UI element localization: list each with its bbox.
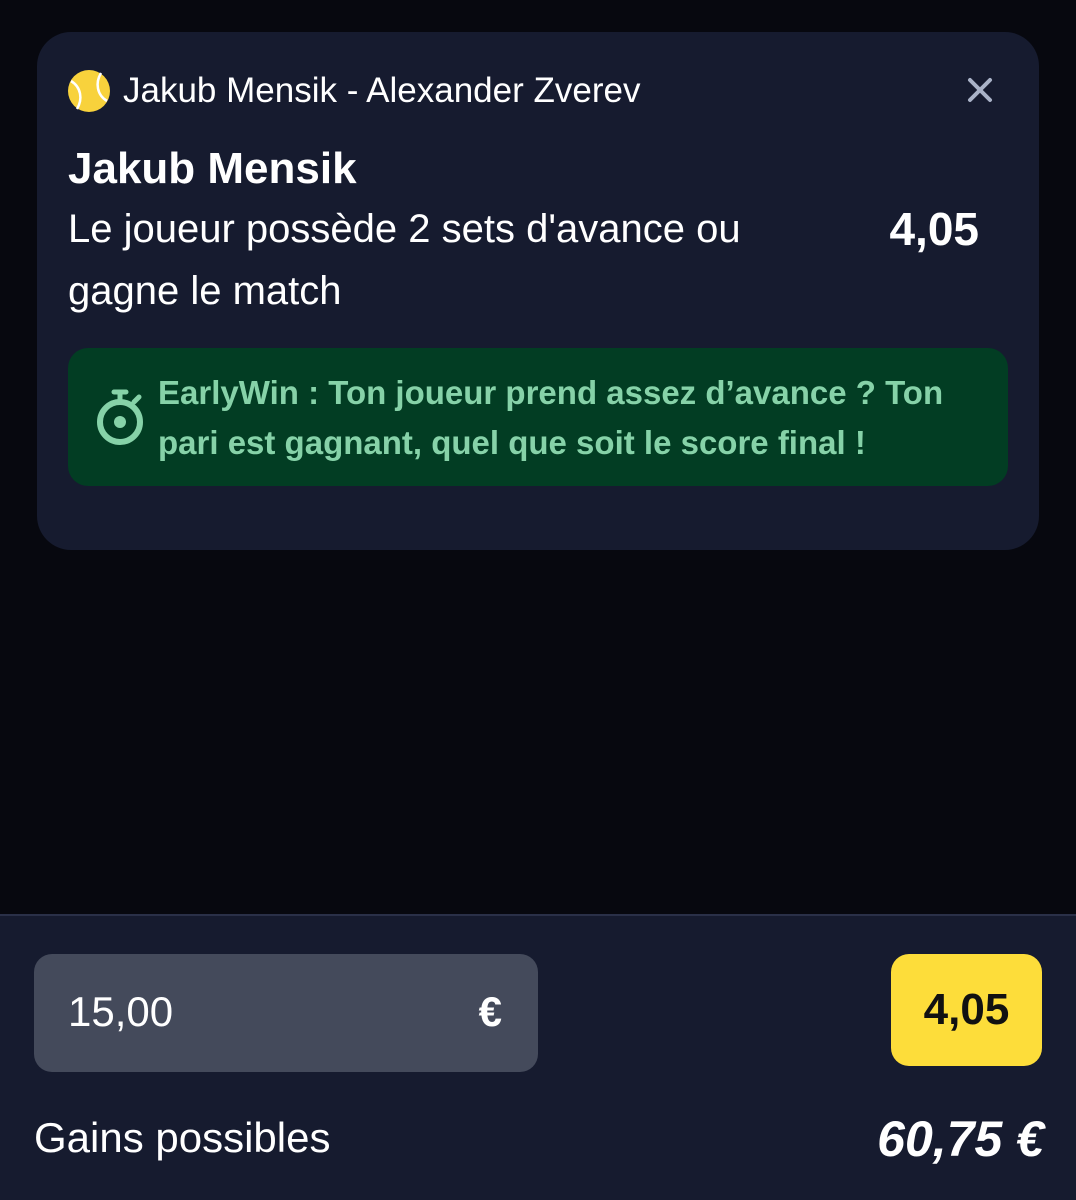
tennis-ball-icon — [68, 70, 110, 112]
potential-gains-value: 60,75 € — [877, 1111, 1044, 1167]
remove-selection-button[interactable] — [962, 72, 998, 108]
selection-odds: 4,05 — [889, 203, 979, 255]
stake-value: 15,00 — [68, 988, 174, 1035]
earlywin-text: EarlyWin : Ton joueur prend assez d’avan… — [158, 374, 944, 461]
match-title: Jakub Mensik - Alexander Zverev — [123, 71, 641, 110]
currency-symbol: € — [478, 988, 502, 1035]
close-icon — [968, 78, 992, 102]
stake-panel: 15,00 € 4,05 Gains possibles 60,75 € — [0, 914, 1076, 1200]
odds-button[interactable]: 4,05 — [891, 954, 1042, 1066]
bet-selection-card: Jakub Mensik - Alexander Zverev Jakub Me… — [37, 32, 1039, 550]
bet-slip-screen: Jakub Mensik - Alexander Zverev Jakub Me… — [0, 0, 1076, 1200]
earlywin-banner: EarlyWin : Ton joueur prend assez d’avan… — [68, 348, 1008, 486]
stopwatch-icon — [97, 389, 143, 445]
market-name: Le joueur possède 2 sets d'avance ou gag… — [68, 207, 741, 313]
stake-input[interactable]: 15,00 € — [34, 954, 538, 1072]
match-header: Jakub Mensik - Alexander Zverev — [67, 68, 640, 114]
selection-name: Jakub Mensik — [68, 144, 357, 193]
potential-gains-label: Gains possibles — [34, 1114, 331, 1161]
odds-button-label: 4,05 — [923, 985, 1010, 1034]
